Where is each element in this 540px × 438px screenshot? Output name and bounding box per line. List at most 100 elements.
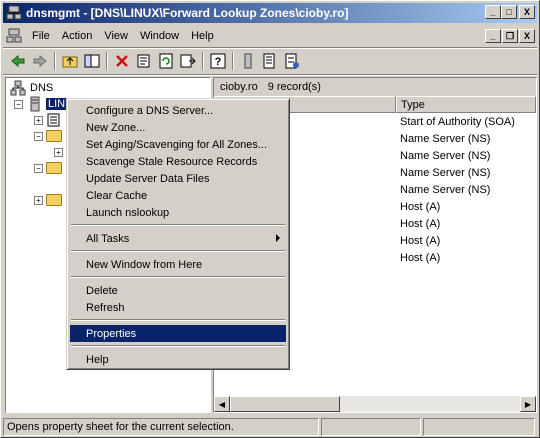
collapse-icon[interactable]: −: [34, 131, 43, 141]
record-type: Host (A): [400, 234, 441, 247]
menu-view[interactable]: View: [98, 30, 134, 42]
tree-node-folder[interactable]: −: [34, 160, 62, 176]
menu-separator: [71, 250, 285, 252]
menu-item-label: New Window from Here: [86, 258, 203, 271]
new-host-icon[interactable]: [281, 50, 303, 72]
menu-separator: [71, 276, 285, 278]
submenu-arrow-icon: [276, 234, 280, 242]
status-text: Opens property sheet for the current sel…: [3, 418, 319, 436]
menu-item-label: New Zone...: [86, 121, 146, 134]
menu-item-refresh[interactable]: Refresh: [70, 299, 286, 316]
menu-item-launch-nslookup[interactable]: Launch nslookup: [70, 204, 286, 221]
menu-item-label: Refresh: [86, 301, 125, 314]
menu-separator: [71, 224, 285, 226]
menu-item-set-aging[interactable]: Set Aging/Scavenging for All Zones...: [70, 136, 286, 153]
folder-icon: [46, 130, 62, 142]
properties-icon[interactable]: [133, 50, 155, 72]
menu-item-label: Clear Cache: [86, 189, 148, 202]
event-log-icon: [47, 113, 60, 127]
menu-window[interactable]: Window: [134, 30, 185, 42]
record-type: Host (A): [400, 200, 441, 213]
delete-icon[interactable]: [111, 50, 133, 72]
server-icon[interactable]: [237, 50, 259, 72]
toolbar-separator: [54, 52, 56, 70]
menu-item-label: Launch nslookup: [86, 206, 170, 219]
record-type: Name Server (NS): [400, 166, 491, 179]
record-count: 9 record(s): [267, 81, 321, 93]
menu-separator: [71, 345, 285, 347]
column-header-type[interactable]: Type: [396, 96, 536, 113]
menu-file[interactable]: File: [26, 30, 56, 42]
tree-node-child[interactable]: +: [34, 112, 62, 128]
toolbar-separator: [202, 52, 204, 70]
mdi-close-button[interactable]: X: [519, 29, 535, 43]
minimize-button[interactable]: _: [485, 5, 501, 19]
menu-help[interactable]: Help: [185, 30, 220, 42]
menu-item-label: Update Server Data Files: [86, 172, 210, 185]
expand-icon[interactable]: +: [34, 115, 43, 125]
scroll-left-icon[interactable]: ◀: [214, 396, 230, 412]
record-type: Name Server (NS): [400, 132, 491, 145]
forward-arrow-icon[interactable]: [29, 50, 51, 72]
status-panel: [423, 418, 535, 436]
record-type: Start of Authority (SOA): [400, 115, 515, 128]
menu-item-label: All Tasks: [86, 232, 130, 245]
zone-name: cioby.ro: [220, 81, 258, 93]
menu-item-all-tasks[interactable]: All Tasks: [70, 230, 286, 247]
menu-item-label: Delete: [86, 284, 118, 297]
mdi-restore-button[interactable]: ❐: [502, 29, 518, 43]
status-bar: Opens property sheet for the current sel…: [3, 417, 537, 437]
mdi-minimize-button[interactable]: _: [485, 29, 501, 43]
show-hide-tree-icon[interactable]: [81, 50, 103, 72]
tree-node-dns[interactable]: DNS: [10, 80, 53, 96]
scrollbar-thumb[interactable]: [230, 396, 340, 412]
toolbar-separator: [106, 52, 108, 70]
mdi-caption-buttons: _ ❐ X: [485, 29, 535, 43]
window-title: dnsmgmt - [DNS\LINUX\Forward Lookup Zone…: [26, 6, 349, 20]
menu-separator: [71, 319, 285, 321]
menu-item-update-data-files[interactable]: Update Server Data Files: [70, 170, 286, 187]
horizontal-scrollbar[interactable]: ◀ ▶: [214, 396, 536, 412]
menu-item-configure-dns[interactable]: Configure a DNS Server...: [70, 102, 286, 119]
close-button[interactable]: X: [519, 5, 535, 19]
menu-item-delete[interactable]: Delete: [70, 282, 286, 299]
menu-item-clear-cache[interactable]: Clear Cache: [70, 187, 286, 204]
title-bar[interactable]: dnsmgmt - [DNS\LINUX\Forward Lookup Zone…: [3, 3, 537, 23]
scroll-right-icon[interactable]: ▶: [520, 396, 536, 412]
tree-node-subfolder[interactable]: +: [54, 144, 63, 160]
collapse-icon[interactable]: −: [14, 99, 23, 109]
server-icon: [30, 96, 40, 112]
menu-item-label: Scavenge Stale Resource Records: [86, 155, 258, 168]
toolbar-divider: [3, 74, 537, 76]
menu-item-properties[interactable]: Properties: [70, 325, 286, 342]
menu-item-help[interactable]: Help: [70, 351, 286, 368]
menu-item-new-window[interactable]: New Window from Here: [70, 256, 286, 273]
menu-item-label: Help: [86, 353, 109, 366]
record-type: Name Server (NS): [400, 149, 491, 162]
toolbar: ?: [3, 49, 537, 73]
up-folder-icon[interactable]: [59, 50, 81, 72]
context-menu: Configure a DNS Server... New Zone... Se…: [66, 98, 290, 370]
help-icon[interactable]: ?: [207, 50, 229, 72]
folder-icon: [46, 162, 62, 174]
maximize-button[interactable]: □: [501, 5, 517, 19]
new-record-icon[interactable]: [259, 50, 281, 72]
collapse-icon[interactable]: −: [34, 163, 43, 173]
tree-node-folder[interactable]: +: [34, 192, 62, 208]
menu-action[interactable]: Action: [56, 30, 99, 42]
menu-item-label: Set Aging/Scavenging for All Zones...: [86, 138, 268, 151]
record-type: Name Server (NS): [400, 183, 491, 196]
refresh-icon[interactable]: [155, 50, 177, 72]
menu-item-new-zone[interactable]: New Zone...: [70, 119, 286, 136]
expand-icon[interactable]: +: [34, 195, 43, 205]
console-menu-icon[interactable]: [6, 28, 22, 44]
dns-console-icon: [6, 5, 22, 20]
menu-item-scavenge[interactable]: Scavenge Stale Resource Records: [70, 153, 286, 170]
tree-node-folder[interactable]: −: [34, 128, 62, 144]
back-arrow-icon[interactable]: [7, 50, 29, 72]
status-panel: [321, 418, 421, 436]
export-list-icon[interactable]: [177, 50, 199, 72]
details-header: cioby.ro 9 record(s): [214, 78, 536, 96]
expand-icon[interactable]: +: [54, 147, 63, 157]
folder-icon: [46, 194, 62, 206]
